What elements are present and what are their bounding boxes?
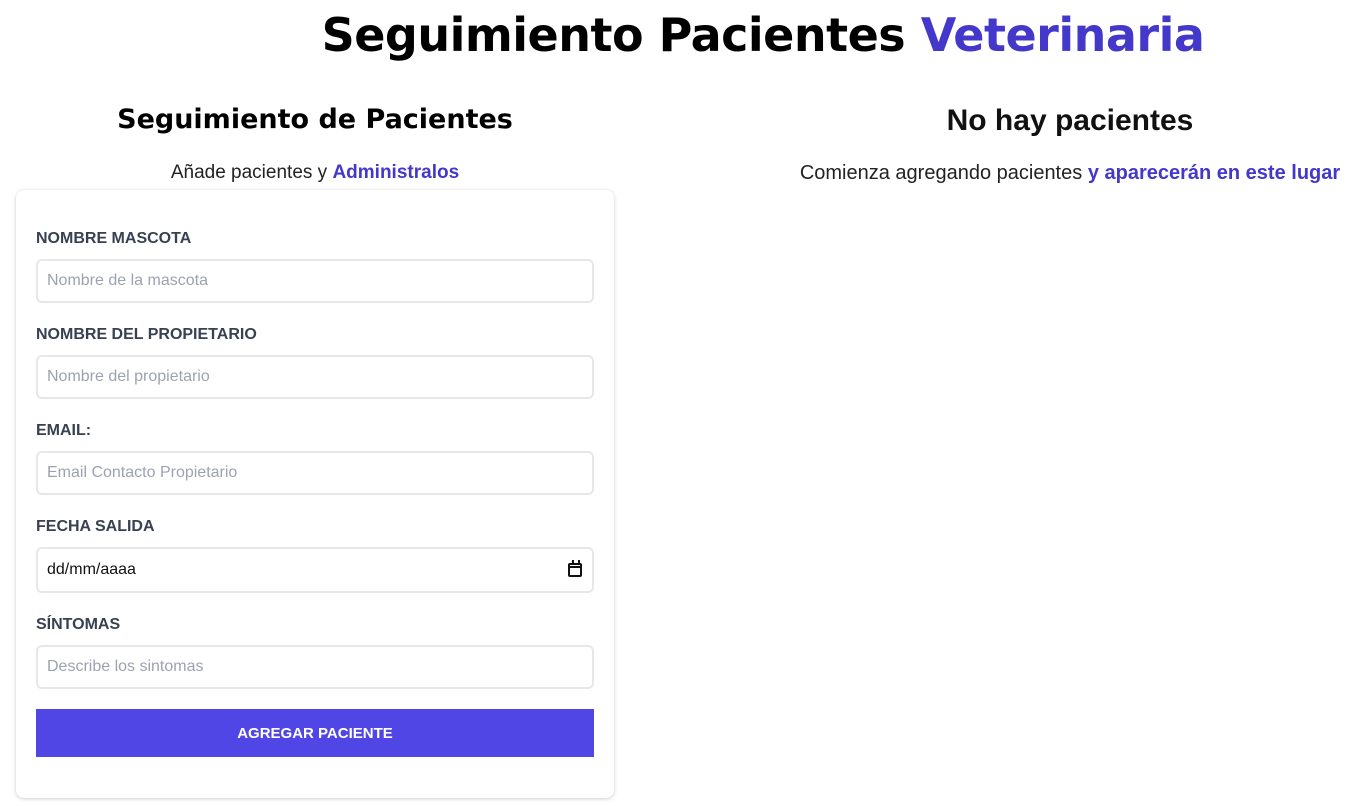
discharge-date-input[interactable]: dd/mm/aaaa (36, 547, 594, 593)
owner-name-label: Nombre del Propietario (36, 326, 257, 343)
pet-name-label: Nombre Mascota (36, 230, 192, 247)
calendar-icon[interactable] (568, 560, 582, 577)
form-subtitle-text: Añade pacientes y (170, 162, 328, 183)
discharge-date-placeholder: dd/mm/aaaa (47, 561, 136, 578)
patients-empty-heading: No hay pacientes (946, 104, 1194, 137)
form-heading: Seguimiento de Pacientes (117, 104, 513, 135)
app-title: Seguimiento Pacientes Veterinaria (0, 8, 1354, 62)
symptoms-label: Síntomas (36, 616, 121, 633)
add-patient-button[interactable]: Agregar Paciente (36, 709, 594, 757)
form-subtitle: Añade pacientes y Administralos (16, 162, 614, 184)
pet-name-input[interactable] (36, 259, 594, 303)
form-subtitle-accent: Administralos (332, 162, 460, 183)
patients-empty-subtitle: Comienza agregando pacientes y aparecerá… (786, 162, 1354, 185)
patient-form: Nombre Mascota Nombre del Propietario Em… (16, 190, 614, 798)
symptoms-input[interactable] (36, 645, 594, 689)
patients-subtitle-text: Comienza agregando pacientes (799, 162, 1083, 184)
app-title-main: Seguimiento Pacientes (321, 8, 906, 62)
email-input[interactable] (36, 451, 594, 495)
email-label: Email: (36, 422, 92, 439)
owner-name-input[interactable] (36, 355, 594, 399)
patients-subtitle-accent: y aparecerán en este lugar (1087, 162, 1341, 184)
app-title-accent: Veterinaria (920, 8, 1205, 62)
discharge-date-label: Fecha Salida (36, 518, 155, 535)
